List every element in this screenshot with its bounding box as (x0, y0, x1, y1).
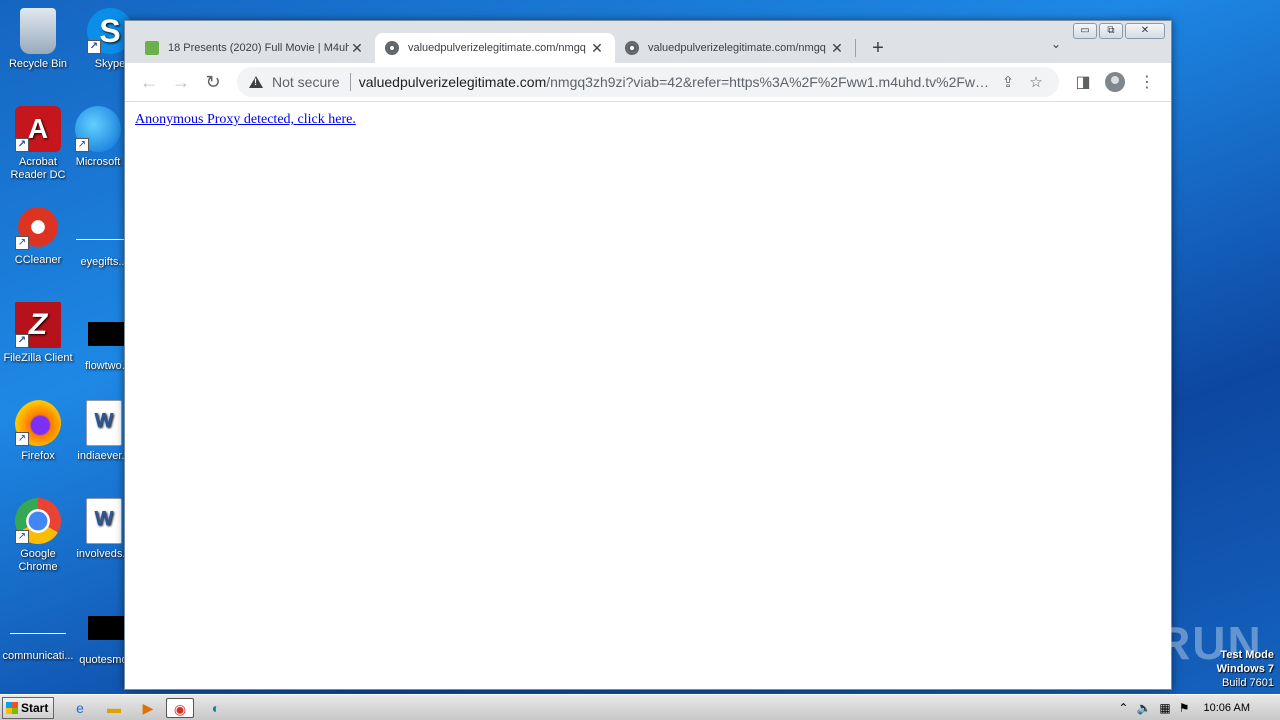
word-document-icon: W (86, 400, 122, 446)
file-icon (88, 322, 128, 346)
system-tray: ⌃ 🔈 ▦ ⚑ 10:06 AM (1118, 695, 1280, 720)
omnibox-separator (349, 73, 351, 91)
network-icon[interactable]: ▦ (1159, 701, 1170, 715)
warning-icon (249, 76, 263, 88)
clock[interactable]: 10:06 AM (1204, 702, 1250, 714)
filezilla-icon: Z ↗ (15, 302, 61, 348)
globe-icon (625, 41, 639, 55)
tab-title: 18 Presents (2020) Full Movie | M4uh (168, 42, 349, 54)
back-icon[interactable]: ← (133, 68, 165, 96)
desktop-icon-label: FileZilla Client (3, 352, 73, 364)
close-tab-icon[interactable]: ✕ (829, 40, 845, 57)
url-host: valuedpulverizelegitimate.com (358, 74, 547, 90)
acrobat-icon: A ↗ (15, 106, 61, 152)
window-controls: ▭ ⧉ ✕ (1073, 23, 1165, 39)
url-path: /nmgq3zh9zi?viab=42&refer=https%3A%2F%2F… (546, 74, 991, 90)
side-panel-icon[interactable]: ◨ (1067, 72, 1099, 92)
desktop-icon-recycle-bin[interactable]: Recycle Bin (0, 8, 76, 71)
tab-strip: 18 Presents (2020) Full Movie | M4uh ✕ v… (135, 31, 892, 63)
edge-icon: ↗ (75, 106, 121, 152)
file-icon (88, 616, 128, 640)
tab-separator (855, 39, 856, 57)
close-tab-icon[interactable]: ✕ (349, 40, 365, 57)
tab-title: valuedpulverizelegitimate.com/nmgq (408, 42, 586, 54)
ccleaner-icon: ↗ (15, 204, 61, 250)
desktop-icon-filezilla[interactable]: Z ↗ FileZilla Client (0, 302, 76, 365)
close-window-button[interactable]: ✕ (1125, 23, 1165, 39)
file-icon (10, 604, 66, 634)
proxy-detected-link[interactable]: Anonymous Proxy detected, click here. (135, 112, 356, 128)
build-line: Build 7601 (1222, 677, 1274, 689)
desktop-icon-chrome[interactable]: ↗ Google Chrome (0, 498, 76, 574)
omnibox[interactable]: Not secure valuedpulverizelegitimate.com… (237, 67, 1059, 97)
bookmark-star-icon[interactable]: ☆ (1025, 73, 1047, 91)
minimize-button[interactable]: ▭ (1073, 23, 1097, 39)
start-button[interactable]: Start (2, 697, 54, 719)
firefox-icon: ↗ (15, 400, 61, 446)
flag-icon[interactable]: ⚑ (1179, 701, 1190, 715)
desktop-icon-label: Google Chrome (18, 548, 58, 573)
taskbar: Start e ▬ ▶ ◉ ◐ ⌃ 🔈 ▦ ⚑ 10:06 AM (0, 694, 1280, 720)
restore-button[interactable]: ⧉ (1099, 23, 1123, 39)
desktop-icon-label: Recycle Bin (8, 58, 68, 70)
share-icon[interactable]: ⇪ (997, 73, 1019, 91)
volume-icon[interactable]: 🔈 (1136, 701, 1151, 715)
tab-active[interactable]: valuedpulverizelegitimate.com/nmgq ✕ (375, 33, 615, 63)
edge-taskbar-icon[interactable]: ◐ (202, 698, 230, 718)
forward-icon[interactable]: → (165, 68, 197, 96)
profile-avatar-icon[interactable] (1105, 72, 1125, 92)
toolbar: ← → ↻ Not secure valuedpulverizelegitima… (125, 63, 1171, 101)
chrome-taskbar-icon[interactable]: ◉ (166, 698, 194, 718)
new-tab-button[interactable]: + (864, 35, 892, 63)
test-mode-line: Test Mode (1220, 649, 1274, 661)
desktop-icon-label: communicati... (2, 650, 74, 662)
tab-title: valuedpulverizelegitimate.com/nmgq (648, 42, 826, 54)
desktop-icon-ccleaner[interactable]: ↗ CCleaner (0, 204, 76, 267)
desktop-icon-firefox[interactable]: ↗ Firefox (0, 400, 76, 463)
tray-expand-icon[interactable]: ⌃ (1118, 701, 1128, 715)
green-icon (145, 41, 159, 55)
reload-icon[interactable]: ↻ (197, 68, 229, 96)
desktop-icon-communications[interactable]: communicati... (0, 604, 76, 663)
internet-explorer-icon[interactable]: e (66, 698, 94, 718)
recycle-bin-icon (20, 8, 56, 54)
browser-window: ▭ ⧉ ✕ 18 Presents (2020) Full Movie | M4… (124, 20, 1172, 690)
desktop-icon-label: Firefox (21, 450, 55, 462)
page-content: Anonymous Proxy detected, click here. (125, 101, 1171, 689)
folder-icon[interactable]: ▬ (100, 698, 128, 718)
test-mode-notice: Test Mode Windows 7 Build 7601 (1217, 648, 1274, 690)
security-label[interactable]: Not secure (272, 74, 340, 90)
media-player-icon[interactable]: ▶ (134, 698, 162, 718)
close-tab-icon[interactable]: ✕ (589, 40, 605, 57)
windows-version-line: Windows 7 (1216, 663, 1274, 675)
globe-icon (385, 41, 399, 55)
tab-search-chevron-down-icon[interactable]: ⌄ (1051, 37, 1061, 51)
menu-kebab-icon[interactable]: ⋮ (1131, 72, 1163, 92)
tab-movie[interactable]: 18 Presents (2020) Full Movie | M4uh ✕ (135, 33, 375, 63)
chrome-icon: ↗ (15, 498, 61, 544)
word-document-icon: W (86, 498, 122, 544)
tab-third[interactable]: valuedpulverizelegitimate.com/nmgq ✕ (615, 33, 855, 63)
desktop-icon-label: CCleaner (14, 254, 62, 266)
